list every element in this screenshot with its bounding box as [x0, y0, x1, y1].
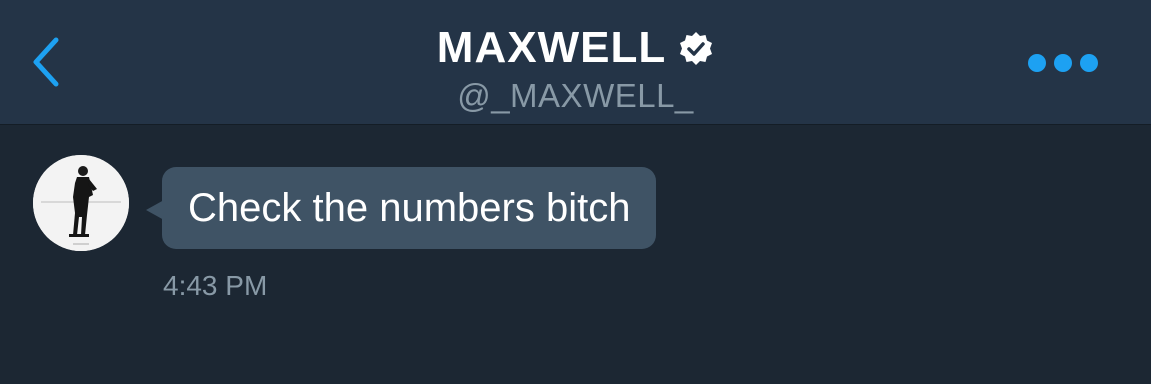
message-text: Check the numbers bitch — [188, 186, 631, 230]
message-timestamp: 4:43 PM — [163, 270, 268, 301]
title-row: MAXWELL — [437, 22, 714, 74]
more-options-button[interactable] — [1028, 52, 1098, 74]
conversation-title-block: MAXWELL @_MAXWELL_ — [0, 22, 1151, 116]
conversation-header: MAXWELL @_MAXWELL_ — [0, 0, 1151, 125]
dm-conversation-screen: MAXWELL @_MAXWELL_ Check the numbers bit… — [0, 0, 1151, 384]
conversation-title: MAXWELL — [436, 23, 667, 72]
verified-badge-icon — [680, 32, 713, 65]
sender-avatar[interactable] — [33, 155, 129, 251]
conversation-handle: @_MAXWELL_ — [457, 77, 694, 114]
more-dot-icon — [1080, 54, 1098, 72]
more-dot-icon — [1028, 54, 1046, 72]
message-bubble[interactable]: Check the numbers bitch — [162, 167, 657, 249]
avatar-image — [33, 155, 129, 251]
more-dot-icon — [1054, 54, 1072, 72]
